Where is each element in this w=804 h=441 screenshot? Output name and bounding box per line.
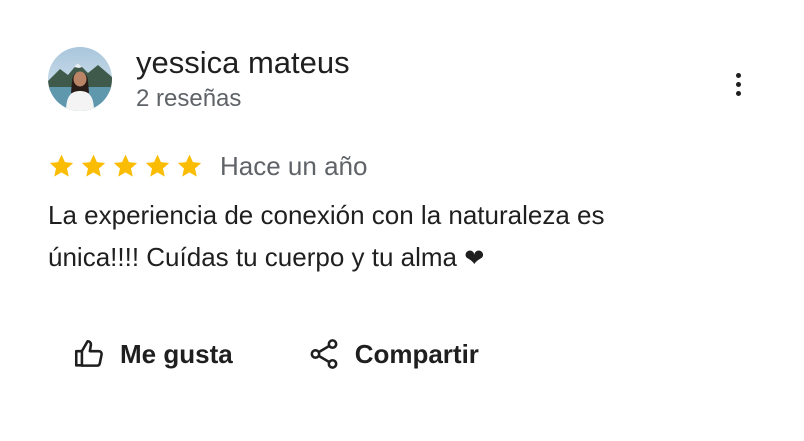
like-button[interactable]: Me gusta [72,337,233,371]
heart-icon: ❤ [464,245,485,272]
more-vertical-icon [735,72,741,96]
star-rating [47,152,204,180]
star-icon [79,152,108,180]
review-actions: Me gusta Compartir [72,333,479,375]
review-text-content: única!!!! Cuídas tu cuerpo y tu alma [48,242,457,272]
thumb-up-icon [72,337,106,371]
share-button[interactable]: Compartir [307,337,479,371]
star-icon [111,152,140,180]
like-label: Me gusta [120,338,233,369]
star-icon [47,152,76,180]
review-date: Hace un año [220,151,368,181]
share-icon [307,337,341,371]
avatar[interactable] [48,47,112,111]
review-text: La experiencia de conexión con la natura… [48,194,748,280]
more-options-button[interactable] [722,66,754,102]
review-text-line: La experiencia de conexión con la natura… [48,200,605,230]
review-text-line: única!!!! Cuídas tu cuerpo y tu alma ❤ [48,236,748,280]
share-label: Compartir [354,338,479,369]
star-icon [143,152,172,180]
rating-row: Hace un año [47,149,367,183]
reviewer-name[interactable]: yessica mateus [136,45,350,81]
review-count[interactable]: 2 reseñas [136,84,241,114]
star-icon [175,152,204,180]
